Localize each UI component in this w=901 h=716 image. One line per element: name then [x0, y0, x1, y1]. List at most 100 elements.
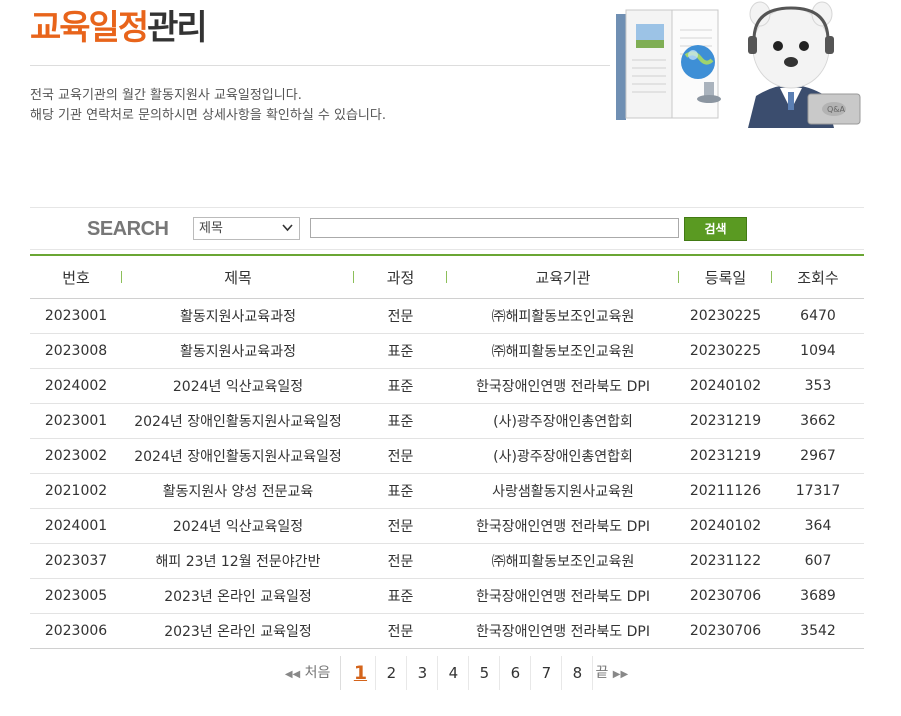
- page-link-current[interactable]: 1: [345, 656, 377, 690]
- row-course-cell: 표준: [354, 578, 447, 614]
- page-link[interactable]: 5: [469, 656, 501, 690]
- table-row[interactable]: 2023002 2024년 장애인활동지원사교육일정 전문 (사)광주장애인총연합회 2…: [30, 438, 864, 474]
- row-institution-cell: 한국장애인연맹 전라북도 DPI: [447, 508, 679, 544]
- column-header-date: 등록일: [679, 255, 772, 299]
- row-views-cell: 3662: [772, 403, 864, 439]
- row-institution-cell: ㈜해피활동보조인교육원: [447, 298, 679, 334]
- schedule-table: 번호 제목 과정 교육기관 등록일 조회수 2023001 활동지원사교육과정 전문…: [30, 254, 864, 649]
- page-link[interactable]: 6: [500, 656, 532, 690]
- row-title-cell[interactable]: 2023년 온라인 교육일정: [122, 613, 354, 649]
- column-header-course: 과정: [354, 255, 447, 299]
- row-date-cell: 20230706: [679, 578, 772, 614]
- row-number-cell: 2024002: [30, 368, 122, 404]
- column-header-number: 번호: [30, 255, 122, 299]
- page-link[interactable]: 8: [562, 656, 594, 690]
- table-row[interactable]: 2023001 2024년 장애인활동지원사교육일정 표준 (사)광주장애인총연합회 2…: [30, 403, 864, 439]
- row-date-cell: 20231219: [679, 438, 772, 474]
- page-title-rest: 관리: [147, 8, 208, 48]
- page-description: 전국 교육기관의 월간 활동지원사 교육일정입니다. 해당 기관 연락처로 문의…: [30, 86, 386, 126]
- row-views-cell: 364: [772, 508, 864, 544]
- svg-text:Q&A: Q&A: [827, 105, 846, 114]
- row-course-cell: 표준: [354, 403, 447, 439]
- description-line-2: 해당 기관 연락처로 문의하시면 상세사항을 확인하실 수 있습니다.: [30, 108, 386, 123]
- row-title-cell[interactable]: 활동지원사교육과정: [122, 333, 354, 369]
- page-link[interactable]: 3: [407, 656, 439, 690]
- row-institution-cell: (사)광주장애인총연합회: [447, 438, 679, 474]
- table-row[interactable]: 2024002 2024년 익산교육일정 표준 한국장애인연맹 전라북도 DPI 202…: [30, 368, 864, 404]
- first-page-link[interactable]: ◀◀ 처음: [285, 656, 342, 690]
- row-date-cell: 20230225: [679, 333, 772, 369]
- row-institution-cell: 한국장애인연맹 전라북도 DPI: [447, 368, 679, 404]
- row-institution-cell: (사)광주장애인총연합회: [447, 403, 679, 439]
- title-divider: [30, 65, 610, 66]
- row-institution-cell: ㈜해피활동보조인교육원: [447, 333, 679, 369]
- column-header-title: 제목: [122, 255, 354, 299]
- table-row[interactable]: 2024001 2024년 익산교육일정 전문 한국장애인연맹 전라북도 DPI 202…: [30, 508, 864, 544]
- page-link[interactable]: 2: [376, 656, 408, 690]
- row-number-cell: 2023002: [30, 438, 122, 474]
- row-title-cell[interactable]: 해피 23년 12월 전문야간반: [122, 543, 354, 579]
- last-page-link[interactable]: 끝 ▶▶: [593, 656, 628, 690]
- row-views-cell: 3689: [772, 578, 864, 614]
- description-line-1: 전국 교육기관의 월간 활동지원사 교육일정입니다.: [30, 88, 302, 103]
- row-course-cell: 전문: [354, 613, 447, 649]
- row-date-cell: 20231122: [679, 543, 772, 579]
- row-number-cell: 2023001: [30, 403, 122, 439]
- row-institution-cell: 사랑샘활동지원사교육원: [447, 473, 679, 509]
- row-course-cell: 표준: [354, 368, 447, 404]
- row-date-cell: 20211126: [679, 473, 772, 509]
- row-course-cell: 전문: [354, 543, 447, 579]
- row-title-cell[interactable]: 2024년 익산교육일정: [122, 508, 354, 544]
- table-row[interactable]: 2023001 활동지원사교육과정 전문 ㈜해피활동보조인교육원 20230225 647…: [30, 298, 864, 334]
- row-number-cell: 2024001: [30, 508, 122, 544]
- row-course-cell: 표준: [354, 333, 447, 369]
- table-row[interactable]: 2023005 2023년 온라인 교육일정 표준 한국장애인연맹 전라북도 DPI 2…: [30, 578, 864, 614]
- row-views-cell: 6470: [772, 298, 864, 334]
- table-row[interactable]: 2023037 해피 23년 12월 전문야간반 전문 ㈜해피활동보조인교육원 2023…: [30, 543, 864, 579]
- row-number-cell: 2021002: [30, 473, 122, 509]
- row-views-cell: 17317: [772, 473, 864, 509]
- row-views-cell: 2967: [772, 438, 864, 474]
- row-number-cell: 2023005: [30, 578, 122, 614]
- row-course-cell: 전문: [354, 438, 447, 474]
- row-title-cell[interactable]: 2023년 온라인 교육일정: [122, 578, 354, 614]
- row-course-cell: 표준: [354, 473, 447, 509]
- column-header-views: 조회수: [772, 255, 864, 299]
- row-date-cell: 20240102: [679, 508, 772, 544]
- row-date-cell: 20240102: [679, 368, 772, 404]
- row-date-cell: 20230706: [679, 613, 772, 649]
- qa-mascot-illustration: Q&A: [616, 1, 861, 128]
- search-input[interactable]: [310, 218, 679, 238]
- search-bar: SEARCH 제목 검색: [30, 207, 864, 250]
- chevron-down-icon: [282, 218, 293, 246]
- row-views-cell: 1094: [772, 333, 864, 369]
- table-row[interactable]: 2023006 2023년 온라인 교육일정 전문 한국장애인연맹 전라북도 DPI 2…: [30, 613, 864, 649]
- row-title-cell[interactable]: 2024년 장애인활동지원사교육일정: [122, 438, 354, 474]
- double-chevron-left-icon: ◀◀: [284, 669, 301, 680]
- row-title-cell[interactable]: 2024년 장애인활동지원사교육일정: [122, 403, 354, 439]
- row-views-cell: 607: [772, 543, 864, 579]
- page-title: 교육일정관리: [30, 6, 208, 50]
- row-course-cell: 전문: [354, 508, 447, 544]
- search-field-select-value: 제목: [199, 221, 223, 236]
- row-date-cell: 20231219: [679, 403, 772, 439]
- double-chevron-right-icon: ▶▶: [612, 669, 629, 680]
- row-number-cell: 2023008: [30, 333, 122, 369]
- row-title-cell[interactable]: 활동지원사교육과정: [122, 298, 354, 334]
- search-button[interactable]: 검색: [684, 217, 747, 241]
- last-page-label: 끝: [595, 665, 609, 681]
- search-label: SEARCH: [87, 218, 169, 240]
- page-link[interactable]: 7: [531, 656, 563, 690]
- first-page-label: 처음: [304, 665, 331, 681]
- search-field-select[interactable]: 제목: [193, 217, 300, 240]
- row-title-cell[interactable]: 2024년 익산교육일정: [122, 368, 354, 404]
- table-row[interactable]: 2021002 활동지원사 양성 전문교육 표준 사랑샘활동지원사교육원 2021112…: [30, 473, 864, 509]
- row-institution-cell: 한국장애인연맹 전라북도 DPI: [447, 613, 679, 649]
- table-row[interactable]: 2023008 활동지원사교육과정 표준 ㈜해피활동보조인교육원 20230225 109…: [30, 333, 864, 369]
- row-number-cell: 2023037: [30, 543, 122, 579]
- row-institution-cell: ㈜해피활동보조인교육원: [447, 543, 679, 579]
- row-views-cell: 353: [772, 368, 864, 404]
- page-link[interactable]: 4: [438, 656, 470, 690]
- row-title-cell[interactable]: 활동지원사 양성 전문교육: [122, 473, 354, 509]
- table-header-row: 번호 제목 과정 교육기관 등록일 조회수: [30, 255, 864, 299]
